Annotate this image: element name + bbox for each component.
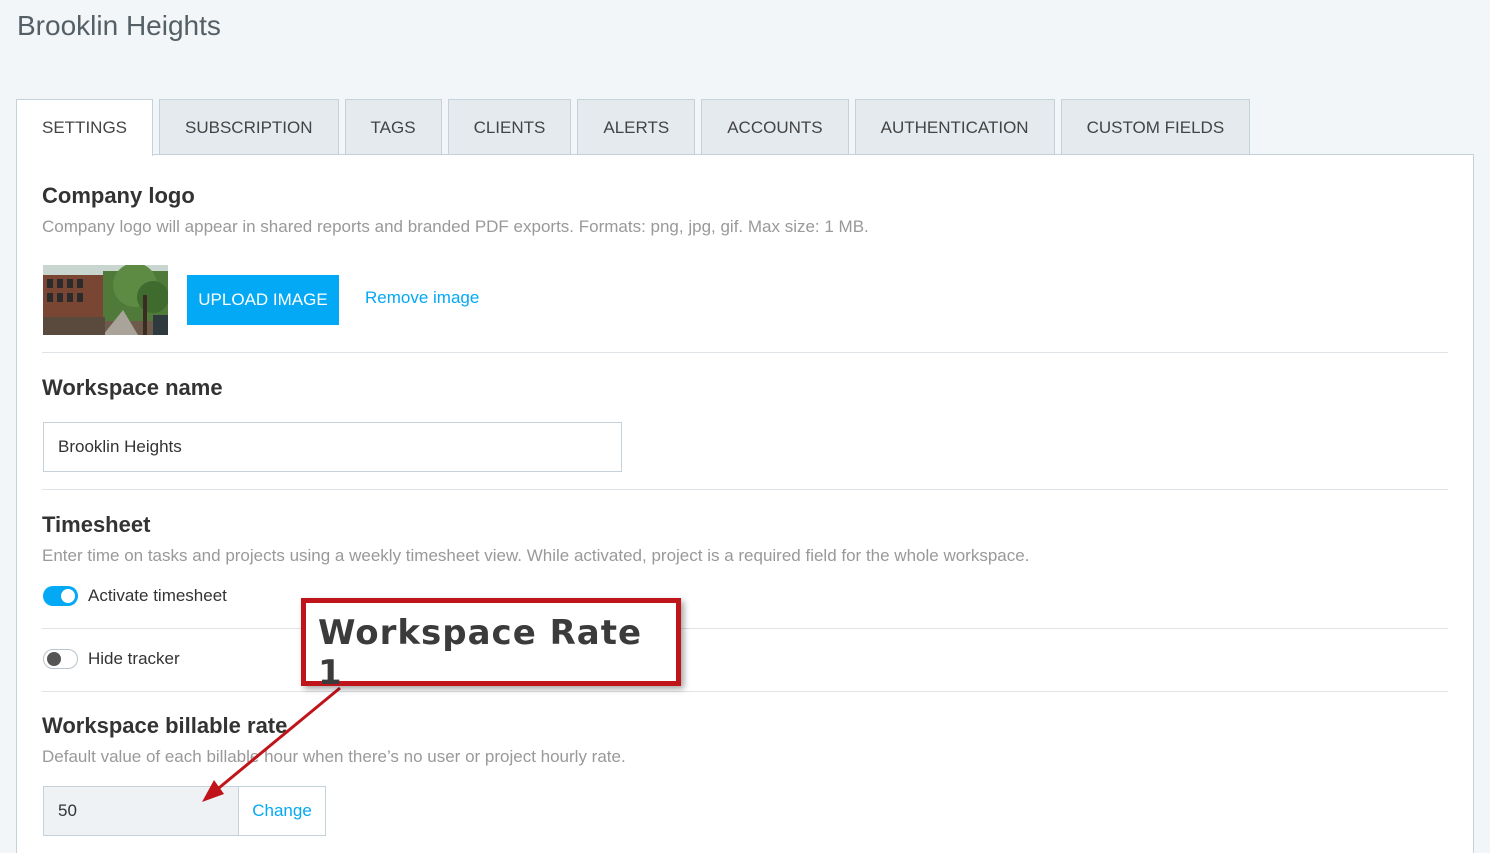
billable-rate-group: 50 Change: [43, 786, 326, 836]
tab-bar: SETTINGS SUBSCRIPTION TAGS CLIENTS ALERT…: [16, 99, 1256, 156]
hide-tracker-label: Hide tracker: [88, 649, 180, 668]
tab-subscription[interactable]: SUBSCRIPTION: [159, 99, 339, 155]
divider: [42, 691, 1448, 692]
upload-image-button[interactable]: UPLOAD IMAGE: [187, 275, 339, 325]
activate-timesheet-row: Activate timesheet: [43, 586, 227, 606]
remove-image-link[interactable]: Remove image: [365, 288, 479, 308]
hide-tracker-row: Hide tracker: [43, 649, 180, 669]
divider: [42, 628, 1448, 629]
page-title: Brooklin Heights: [17, 10, 221, 41]
company-logo-image: [43, 265, 168, 335]
billable-rate-input[interactable]: 50: [44, 787, 239, 835]
tab-tags[interactable]: TAGS: [344, 99, 442, 155]
billable-rate-section: Workspace billable rate Default value of…: [42, 713, 1448, 767]
workspace-name-title: Workspace name: [42, 375, 223, 400]
hide-tracker-toggle[interactable]: [43, 649, 78, 669]
divider: [42, 489, 1448, 490]
toggle-knob: [61, 589, 75, 603]
tab-settings[interactable]: SETTINGS: [16, 99, 154, 156]
timesheet-section: Timesheet Enter time on tasks and projec…: [42, 512, 1448, 566]
activate-timesheet-label: Activate timesheet: [88, 586, 227, 605]
tab-clients[interactable]: CLIENTS: [447, 99, 572, 155]
company-logo-description: Company logo will appear in shared repor…: [42, 217, 869, 236]
billable-rate-title: Workspace billable rate: [42, 713, 288, 738]
divider: [42, 352, 1448, 353]
toggle-knob: [47, 652, 61, 666]
activate-timesheet-toggle[interactable]: [43, 586, 78, 606]
workspace-name-section: Workspace name: [42, 375, 1448, 401]
timesheet-title: Timesheet: [42, 512, 151, 537]
billable-rate-description: Default value of each billable hour when…: [42, 747, 626, 766]
tab-authentication[interactable]: AUTHENTICATION: [854, 99, 1055, 155]
tab-alerts[interactable]: ALERTS: [577, 99, 696, 155]
annotation-callout: Workspace Rate 1: [301, 598, 681, 693]
tab-custom-fields[interactable]: CUSTOM FIELDS: [1060, 99, 1251, 155]
change-rate-button[interactable]: Change: [239, 787, 325, 835]
timesheet-description: Enter time on tasks and projects using a…: [42, 546, 1030, 565]
annotation-text: Workspace Rate 1: [318, 613, 643, 693]
settings-panel: Company logo Company logo will appear in…: [16, 154, 1474, 853]
company-logo-title: Company logo: [42, 183, 195, 208]
tab-accounts[interactable]: ACCOUNTS: [701, 99, 849, 155]
workspace-name-input[interactable]: Brooklin Heights: [43, 422, 622, 472]
company-logo-section: Company logo Company logo will appear in…: [42, 183, 1448, 237]
